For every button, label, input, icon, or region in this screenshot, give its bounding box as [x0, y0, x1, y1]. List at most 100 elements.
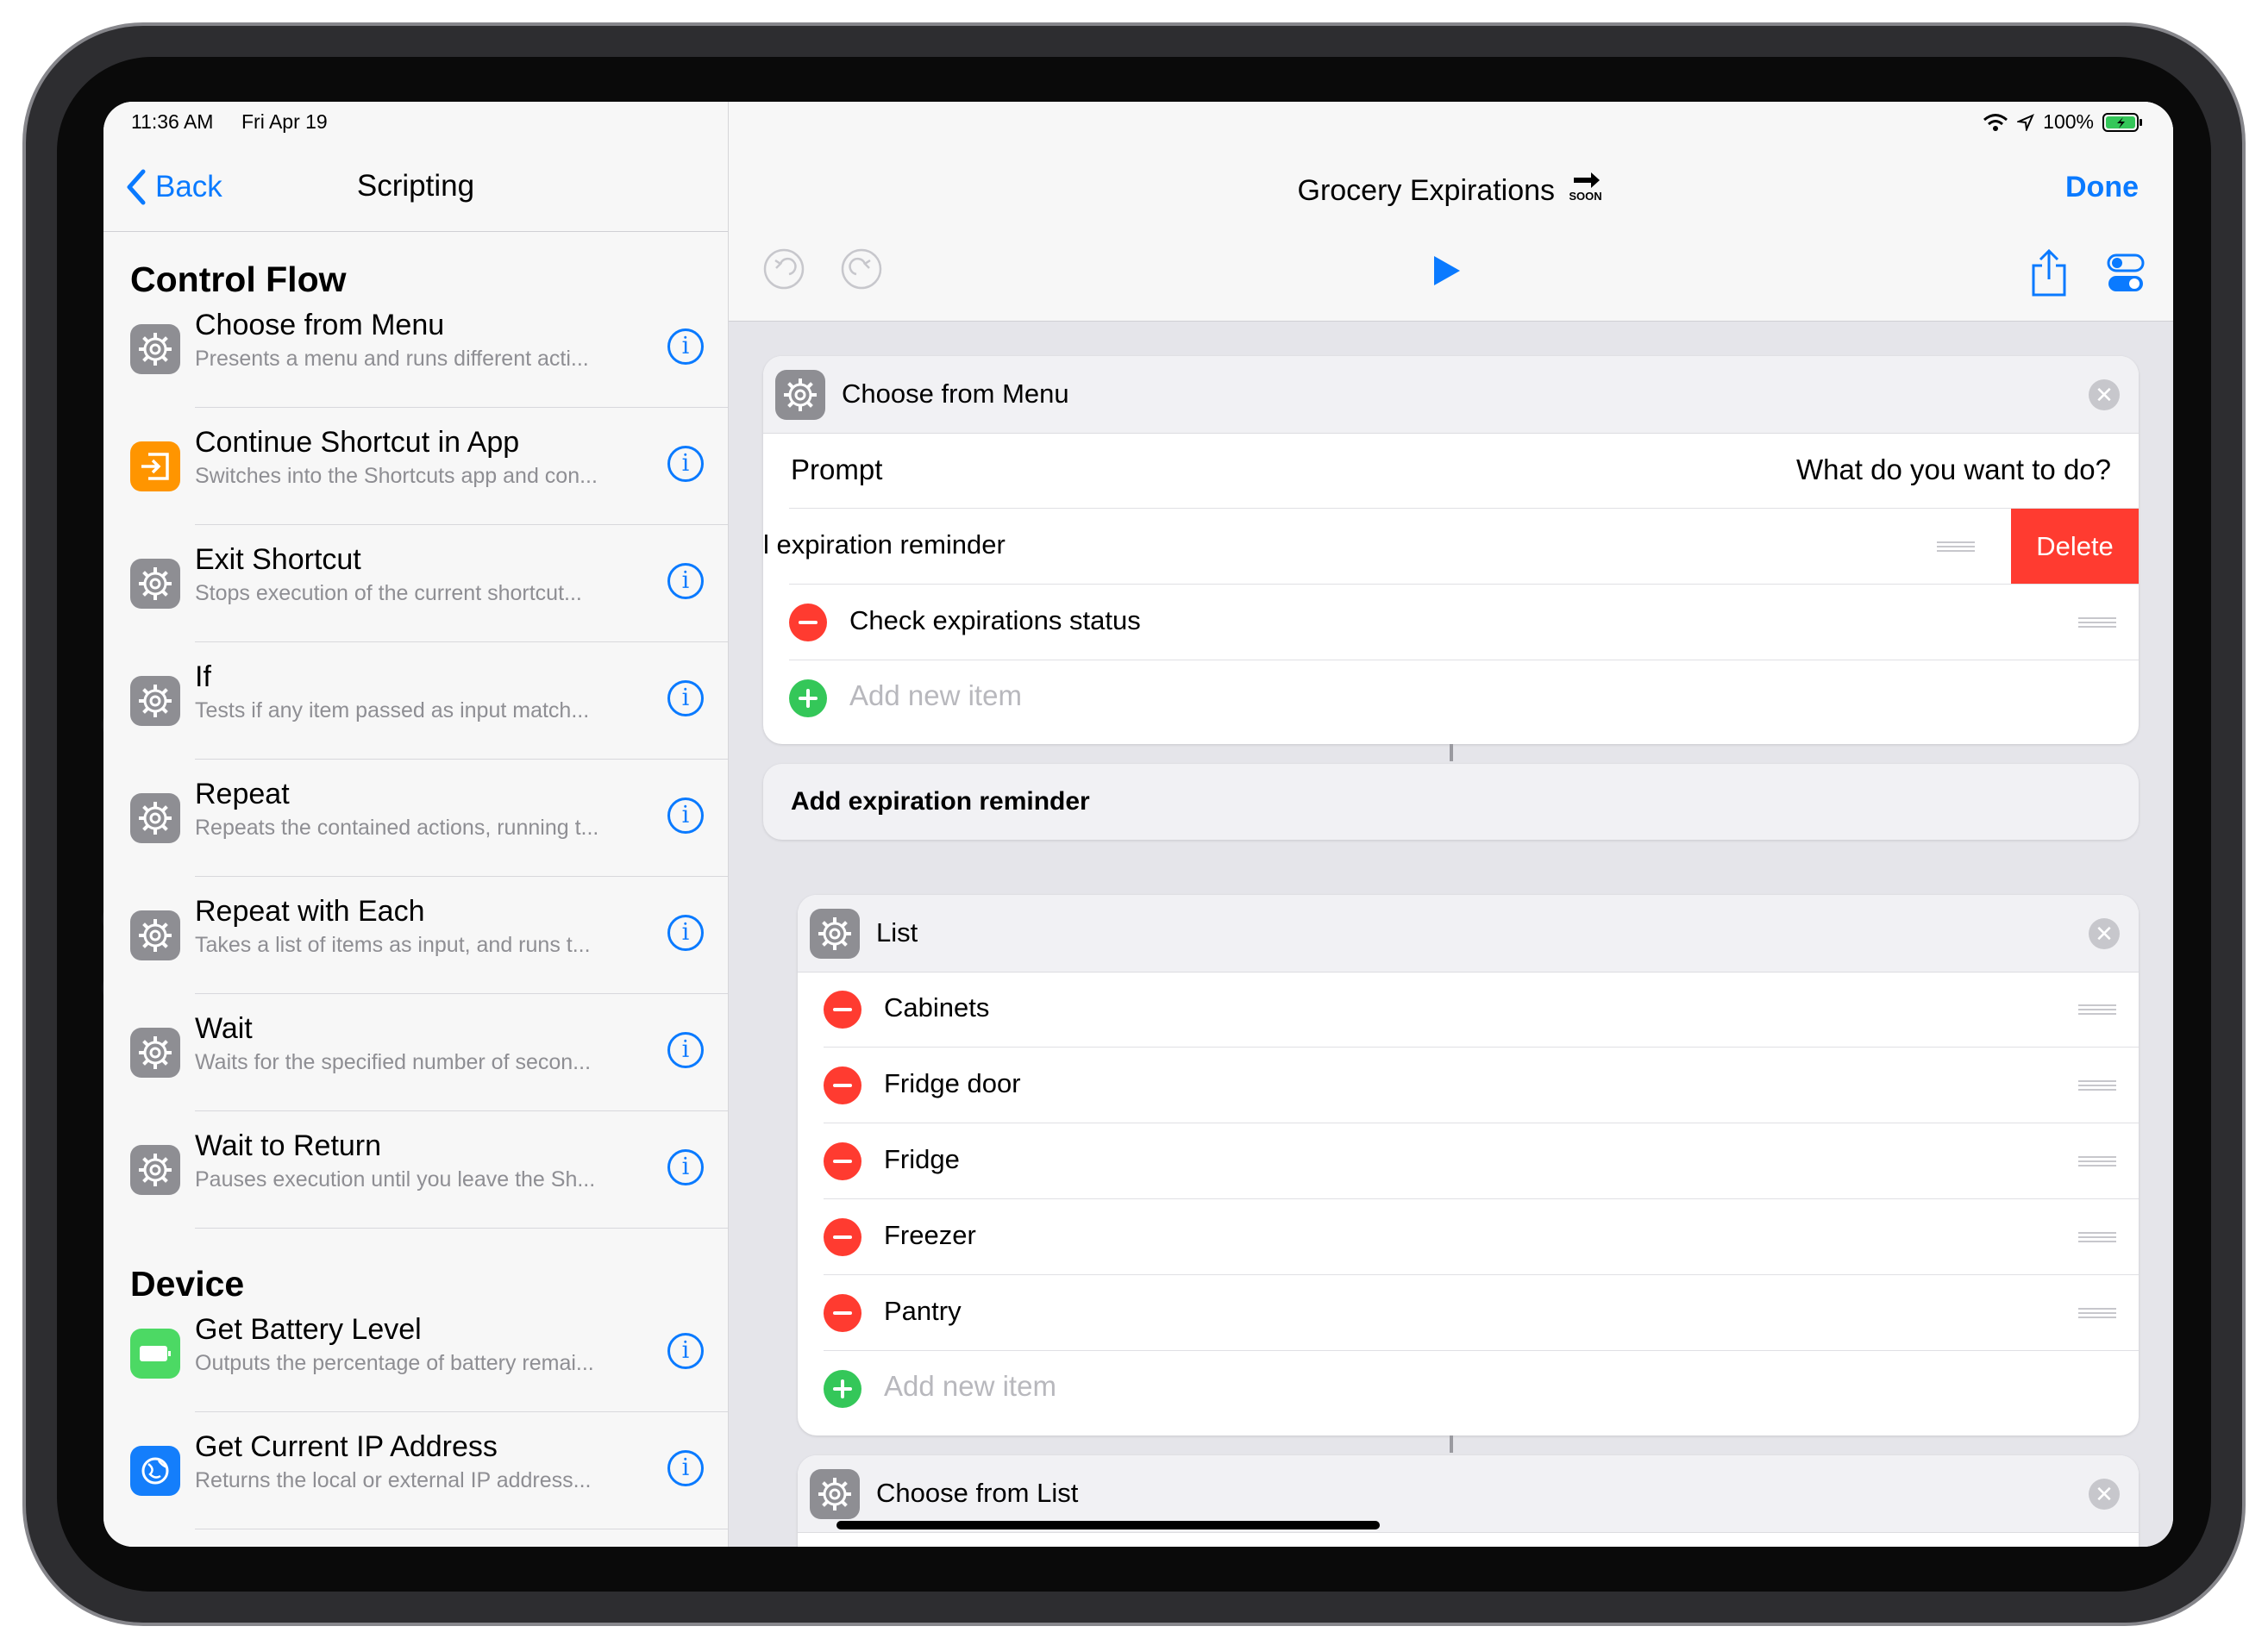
info-icon[interactable]: i: [667, 1149, 704, 1185]
actions-sidebar: 11:36 AM Fri Apr 19 Back Scripting Contr…: [103, 102, 729, 1547]
info-icon[interactable]: i: [667, 1032, 704, 1068]
action-row[interactable]: Continue Shortcut in App Switches into th…: [103, 407, 728, 525]
delete-button[interactable]: Delete: [2011, 509, 2139, 585]
add-list-item-row[interactable]: Add new item: [798, 1351, 2139, 1427]
prompt-row[interactable]: Prompt What do you want to do?: [763, 433, 2139, 509]
remove-item-button[interactable]: [824, 1066, 861, 1104]
action-title: Repeat: [195, 778, 290, 810]
card-title: Choose from List: [876, 1478, 1079, 1508]
gear-icon: [775, 370, 825, 420]
action-description: Returns the local or external IP address…: [195, 1468, 592, 1492]
remove-item-button[interactable]: [824, 1218, 861, 1256]
action-title: If: [195, 660, 211, 693]
list-item-label: Cabinets: [884, 992, 990, 1023]
action-description: Switches into the Shortcuts app and con.…: [195, 464, 598, 488]
add-item-button[interactable]: [824, 1370, 861, 1408]
action-description: Presents a menu and runs different acti.…: [195, 347, 589, 371]
reorder-handle-icon[interactable]: [2078, 1308, 2116, 1320]
action-row[interactable]: Wait Waits for the specified number of se…: [103, 993, 728, 1111]
status-right: 100%: [1983, 110, 2144, 134]
info-icon[interactable]: i: [667, 797, 704, 834]
remove-action-button[interactable]: ✕: [2089, 918, 2120, 949]
remove-item-button[interactable]: [789, 604, 827, 641]
menu-item-swiped[interactable]: l expiration reminder Delete: [763, 509, 2139, 585]
action-title: Get Battery Level: [195, 1313, 422, 1346]
choose-from-menu-card: Choose from Menu ✕ Prompt What do you wa…: [763, 356, 2139, 744]
card-title: Choose from Menu: [842, 378, 1069, 409]
reorder-handle-icon[interactable]: [2078, 1004, 2116, 1016]
soon-badge-text: SOON: [1569, 190, 1602, 203]
add-item-placeholder: Add new item: [884, 1370, 1056, 1402]
action-title: Wait: [195, 1012, 253, 1045]
reorder-handle-icon[interactable]: [2078, 1080, 2116, 1092]
add-menu-item-row[interactable]: Add new item: [763, 660, 2139, 736]
menu-item-label: l expiration reminder: [763, 529, 1006, 560]
prompt-value[interactable]: What do you want to do?: [1796, 453, 2111, 486]
redo-icon[interactable]: [841, 248, 882, 290]
list-item-label: Freezer: [884, 1220, 976, 1250]
share-icon[interactable]: [2030, 248, 2068, 298]
action-description: Pauses execution until you leave the Sh.…: [195, 1167, 596, 1192]
card-header[interactable]: Choose from Menu ✕: [763, 356, 2139, 434]
menu-case-label: Add expiration reminder: [791, 787, 1090, 816]
wifi-icon: [1983, 113, 2008, 131]
delete-label: Delete: [2036, 531, 2114, 561]
play-icon[interactable]: [1429, 253, 1463, 288]
card-header[interactable]: List ✕: [798, 895, 2139, 973]
done-button[interactable]: Done: [2065, 171, 2139, 204]
list-card: List ✕ Cabinets Fridge door Fridge Freezer P…: [798, 895, 2139, 1435]
undo-icon[interactable]: [763, 248, 805, 290]
action-row[interactable]: Get Battery Level Outputs the percentage …: [103, 1294, 728, 1412]
list-item-label: Pantry: [884, 1296, 962, 1326]
action-title: Repeat with Each: [195, 895, 425, 928]
action-row[interactable]: Wait to Return Pauses execution until you…: [103, 1110, 728, 1229]
reorder-handle-icon[interactable]: [2078, 1156, 2116, 1168]
info-icon[interactable]: i: [667, 1450, 704, 1486]
gear-icon: [130, 1028, 180, 1078]
home-indicator[interactable]: [836, 1521, 1380, 1529]
menu-item-label: Check expirations status: [849, 605, 1141, 635]
action-row[interactable]: Exit Shortcut Stops execution of the curr…: [103, 524, 728, 642]
menu-case-header[interactable]: Add expiration reminder: [763, 764, 2139, 840]
remove-action-button[interactable]: ✕: [2089, 379, 2120, 410]
reorder-handle-icon[interactable]: [1937, 541, 1975, 554]
list-item[interactable]: Freezer: [798, 1199, 2139, 1275]
info-icon[interactable]: i: [667, 1333, 704, 1369]
info-icon[interactable]: i: [667, 563, 704, 599]
action-row[interactable]: Get Current IP Address Returns the local …: [103, 1411, 728, 1529]
action-description: Stops execution of the current shortcut.…: [195, 581, 582, 605]
menu-item[interactable]: Check expirations status: [763, 585, 2139, 660]
flow-connector: [1450, 1435, 1453, 1453]
action-row[interactable]: If Tests if any item passed as input matc…: [103, 641, 728, 760]
list-item[interactable]: Fridge: [798, 1123, 2139, 1199]
remove-item-button[interactable]: [824, 1294, 861, 1332]
reorder-handle-icon[interactable]: [2078, 1232, 2116, 1244]
info-icon[interactable]: i: [667, 680, 704, 716]
settings-toggles-icon[interactable]: [2107, 253, 2145, 295]
list-item[interactable]: Fridge door: [798, 1048, 2139, 1123]
action-row[interactable]: Repeat with Each Takes a list of items as…: [103, 876, 728, 994]
list-item[interactable]: Cabinets: [798, 972, 2139, 1048]
editor-toolbar: 100% Grocery Expirations SOON Done: [729, 102, 2173, 322]
location-icon: [2017, 113, 2035, 131]
shortcut-title-text: Grocery Expirations: [1297, 174, 1556, 207]
info-icon[interactable]: i: [667, 328, 704, 365]
remove-item-button[interactable]: [824, 991, 861, 1029]
gear-icon: [810, 1469, 860, 1519]
info-icon[interactable]: i: [667, 915, 704, 951]
action-description: Tests if any item passed as input match.…: [195, 698, 590, 722]
shortcut-title[interactable]: Grocery Expirations SOON: [729, 171, 2173, 208]
remove-action-button[interactable]: ✕: [2089, 1479, 2120, 1510]
info-icon[interactable]: i: [667, 446, 704, 482]
remove-item-button[interactable]: [824, 1142, 861, 1180]
list-item-label: Fridge door: [884, 1068, 1021, 1098]
add-item-button[interactable]: [789, 679, 827, 717]
action-title: Wait to Return: [195, 1129, 382, 1162]
action-row[interactable]: Repeat Repeats the contained actions, run…: [103, 759, 728, 877]
shortcut-editor: 100% Grocery Expirations SOON Done Choos: [729, 102, 2173, 1547]
sidebar-title: Scripting: [356, 169, 475, 203]
action-description: Waits for the specified number of secon.…: [195, 1050, 592, 1074]
action-row[interactable]: Choose from Menu Presents a menu and runs…: [103, 290, 728, 408]
reorder-handle-icon[interactable]: [2078, 617, 2116, 629]
list-item[interactable]: Pantry: [798, 1275, 2139, 1351]
